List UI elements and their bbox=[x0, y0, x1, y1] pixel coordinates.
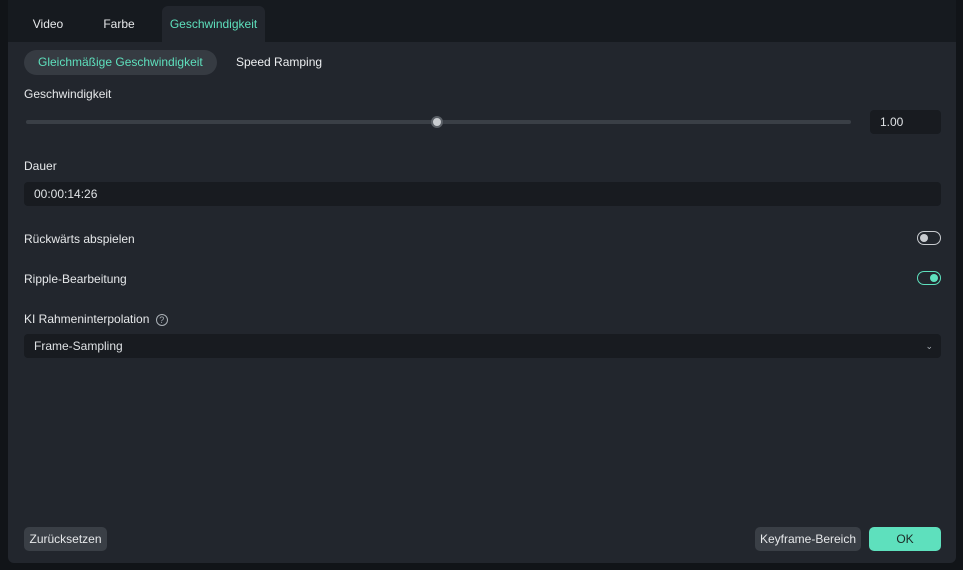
keyframe-button[interactable]: Keyframe-Bereich bbox=[755, 527, 861, 551]
tab-bar: Video Farbe Geschwindigkeit bbox=[8, 0, 956, 42]
reverse-toggle[interactable] bbox=[917, 231, 941, 245]
selected-value: Frame-Sampling bbox=[34, 339, 123, 353]
duration-label: Dauer bbox=[24, 159, 57, 173]
interpolation-label-text: KI Rahmeninterpolation bbox=[24, 312, 150, 326]
tab-speed-ramping[interactable]: Speed Ramping bbox=[222, 50, 336, 75]
speed-slider[interactable] bbox=[26, 116, 851, 128]
ripple-label: Ripple-Bearbeitung bbox=[24, 272, 127, 286]
slider-handle[interactable] bbox=[431, 116, 443, 128]
reset-button[interactable]: Zurücksetzen bbox=[24, 527, 107, 551]
reverse-label: Rückwärts abspielen bbox=[24, 232, 135, 246]
speed-input[interactable]: 1.00 bbox=[870, 110, 941, 134]
ripple-toggle[interactable] bbox=[917, 271, 941, 285]
interpolation-label: KI Rahmeninterpolation ? bbox=[24, 312, 168, 326]
chevron-down-icon: ⌄ bbox=[925, 341, 933, 351]
ok-button[interactable]: OK bbox=[869, 527, 941, 551]
tab-farbe[interactable]: Farbe bbox=[94, 6, 144, 42]
tab-geschwindigkeit[interactable]: Geschwindigkeit bbox=[162, 6, 265, 42]
speed-panel: Gleichmäßige Geschwindigkeit Speed Rampi… bbox=[8, 42, 956, 563]
speed-label: Geschwindigkeit bbox=[24, 87, 112, 101]
duration-input[interactable]: 00:00:14:26 bbox=[24, 182, 941, 206]
question-circle-icon[interactable]: ? bbox=[155, 314, 168, 326]
tab-uniform-speed[interactable]: Gleichmäßige Geschwindigkeit bbox=[24, 50, 217, 75]
interpolation-select[interactable]: Frame-Sampling ⌄ bbox=[24, 334, 941, 358]
tab-video[interactable]: Video bbox=[22, 6, 74, 42]
